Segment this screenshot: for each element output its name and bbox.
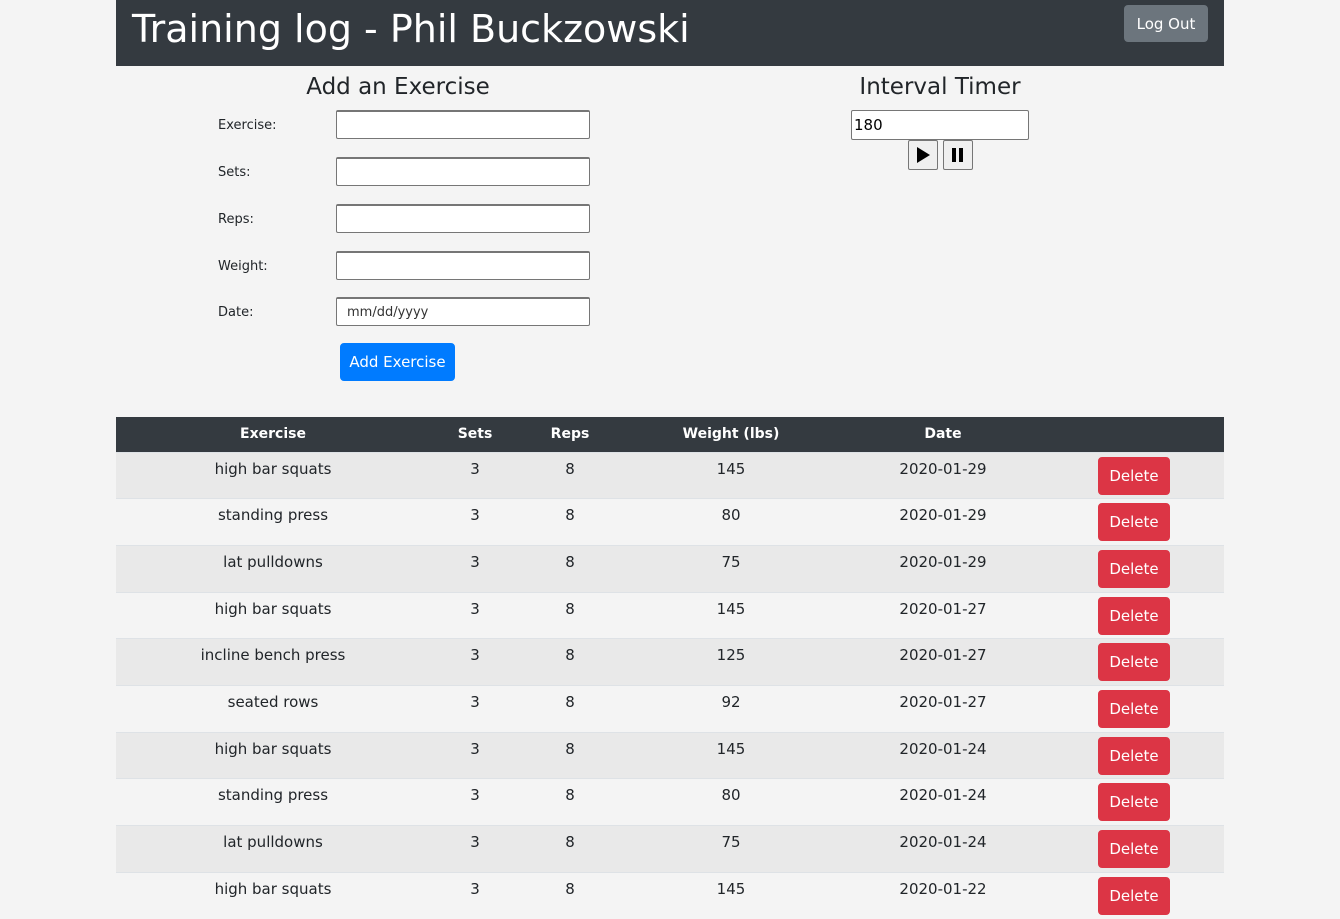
sets-label: Sets: — [218, 165, 251, 180]
cell-reps: 8 — [520, 591, 620, 639]
delete-button[interactable]: Delete — [1098, 643, 1170, 682]
cell-date: 2020-01-29 — [842, 451, 1044, 499]
table-row: lat pulldowns 3 8 75 2020-01-24 Delete — [116, 825, 1224, 873]
cell-reps: 8 — [520, 451, 620, 499]
table-header-row: Exercise Sets Reps Weight (lbs) Date — [116, 417, 1224, 452]
cell-weight: 80 — [620, 778, 842, 826]
cell-exercise: seated rows — [116, 684, 430, 733]
cell-weight: 145 — [620, 451, 842, 499]
cell-date: 2020-01-24 — [842, 731, 1044, 779]
cell-weight: 145 — [620, 591, 842, 639]
delete-button[interactable]: Delete — [1098, 876, 1170, 915]
exercise-log-table: Exercise Sets Reps Weight (lbs) Date hig… — [116, 417, 1224, 919]
interval-timer-title: Interval Timer — [859, 74, 1021, 100]
cell-sets: 3 — [430, 638, 520, 686]
cell-weight: 125 — [620, 638, 842, 686]
cell-exercise: high bar squats — [116, 591, 430, 639]
exercise-label: Exercise: — [218, 118, 277, 133]
cell-sets: 3 — [430, 498, 520, 546]
table-row: high bar squats 3 8 145 2020-01-24 Delete — [116, 731, 1224, 779]
play-icon — [917, 147, 930, 163]
date-label: Date: — [218, 305, 254, 320]
delete-button[interactable]: Delete — [1098, 596, 1170, 635]
cell-exercise: standing press — [116, 498, 430, 546]
cell-date: 2020-01-29 — [842, 498, 1044, 546]
table-row: lat pulldowns 3 8 75 2020-01-29 Delete — [116, 544, 1224, 593]
weight-input[interactable] — [336, 251, 590, 280]
cell-reps: 8 — [520, 684, 620, 733]
date-input[interactable] — [336, 297, 590, 326]
reps-input[interactable] — [336, 204, 590, 233]
delete-button[interactable]: Delete — [1098, 456, 1170, 495]
cell-weight: 145 — [620, 731, 842, 779]
weight-label: Weight: — [218, 259, 268, 274]
cell-reps: 8 — [520, 778, 620, 826]
table-row: standing press 3 8 80 2020-01-24 Delete — [116, 778, 1224, 826]
table-row: high bar squats 3 8 145 2020-01-27 Delete — [116, 591, 1224, 639]
cell-weight: 75 — [620, 825, 842, 873]
add-exercise-button[interactable]: Add Exercise — [340, 343, 455, 381]
cell-reps: 8 — [520, 544, 620, 593]
col-header-actions — [1044, 417, 1224, 452]
delete-button[interactable]: Delete — [1098, 783, 1170, 822]
play-button[interactable] — [908, 140, 938, 170]
cell-reps: 8 — [520, 731, 620, 779]
cell-date: 2020-01-27 — [842, 591, 1044, 639]
cell-sets: 3 — [430, 591, 520, 639]
app-header: Training log - Phil Buckzowski Log Out — [116, 0, 1224, 66]
cell-date: 2020-01-29 — [842, 544, 1044, 593]
delete-button[interactable]: Delete — [1098, 736, 1170, 775]
pause-icon — [952, 148, 963, 162]
cell-reps: 8 — [520, 498, 620, 546]
cell-date: 2020-01-24 — [842, 825, 1044, 873]
pause-button[interactable] — [943, 140, 973, 170]
cell-exercise: standing press — [116, 778, 430, 826]
cell-sets: 3 — [430, 825, 520, 873]
table-row: high bar squats 3 8 145 2020-01-29 Delete — [116, 451, 1224, 499]
cell-exercise: high bar squats — [116, 731, 430, 779]
page-title: Training log - Phil Buckzowski — [132, 7, 690, 51]
logout-button[interactable]: Log Out — [1124, 5, 1208, 42]
col-header-date: Date — [924, 426, 962, 443]
cell-sets: 3 — [430, 544, 520, 593]
exercise-input[interactable] — [336, 110, 590, 139]
table-row: standing press 3 8 80 2020-01-29 Delete — [116, 498, 1224, 546]
delete-button[interactable]: Delete — [1098, 830, 1170, 868]
cell-exercise: lat pulldowns — [116, 544, 430, 593]
cell-date: 2020-01-27 — [842, 684, 1044, 733]
cell-reps: 8 — [520, 825, 620, 873]
add-exercise-title: Add an Exercise — [306, 74, 490, 100]
cell-exercise: high bar squats — [116, 451, 430, 499]
cell-weight: 80 — [620, 498, 842, 546]
cell-date: 2020-01-27 — [842, 638, 1044, 686]
table-row: incline bench press 3 8 125 2020-01-27 Delete — [116, 638, 1224, 686]
reps-label: Reps: — [218, 212, 254, 227]
cell-exercise: incline bench press — [116, 638, 430, 686]
cell-weight: 92 — [620, 684, 842, 733]
delete-button[interactable]: Delete — [1098, 503, 1170, 542]
col-header-reps: Reps — [550, 426, 590, 443]
cell-reps: 8 — [520, 638, 620, 686]
sets-input[interactable] — [336, 157, 590, 186]
cell-sets: 3 — [430, 451, 520, 499]
col-header-weight: Weight (lbs) — [682, 426, 780, 443]
cell-sets: 3 — [430, 778, 520, 826]
cell-exercise: lat pulldowns — [116, 825, 430, 873]
cell-date: 2020-01-24 — [842, 778, 1044, 826]
cell-weight: 75 — [620, 544, 842, 593]
table-row: seated rows 3 8 92 2020-01-27 Delete — [116, 684, 1224, 733]
cell-sets: 3 — [430, 684, 520, 733]
delete-button[interactable]: Delete — [1098, 689, 1170, 728]
col-header-sets: Sets — [457, 426, 493, 443]
delete-button[interactable]: Delete — [1098, 549, 1170, 588]
timer-input[interactable] — [851, 110, 1029, 140]
cell-sets: 3 — [430, 731, 520, 779]
col-header-exercise: Exercise — [240, 426, 306, 443]
